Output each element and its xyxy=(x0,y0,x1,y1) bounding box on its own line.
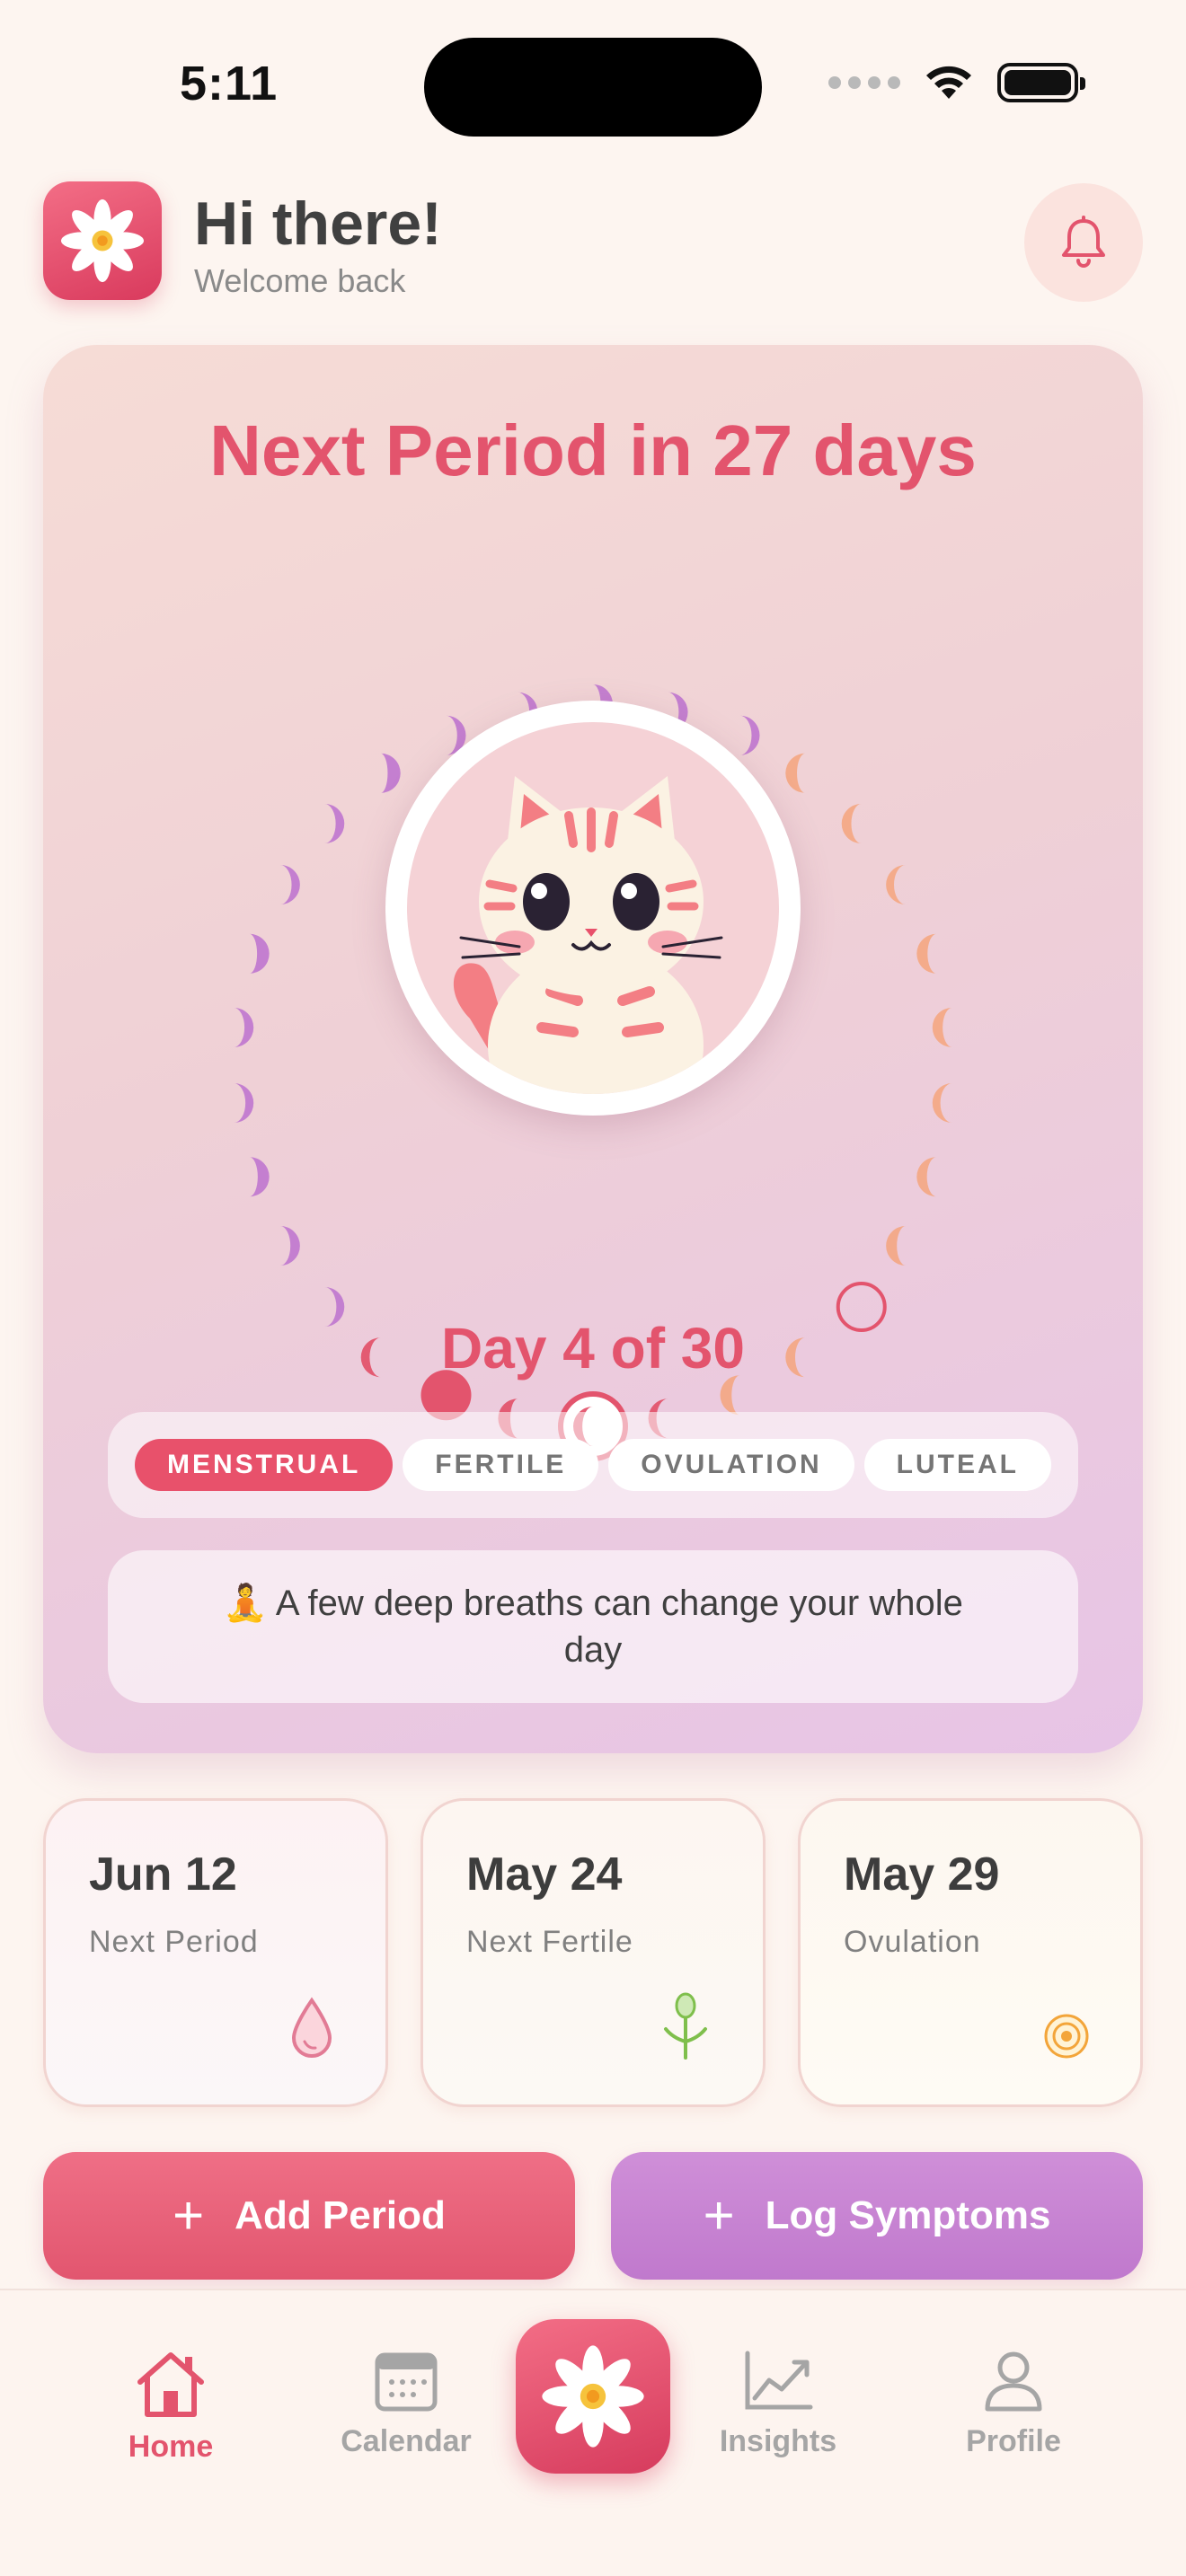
cycle-day-16[interactable] xyxy=(785,753,806,793)
tab-bar: Home Calendar Insights Profile xyxy=(0,2289,1186,2576)
ovulation-date: May 29 xyxy=(844,1848,1000,1901)
next-period-card[interactable]: Jun 12 Next Period xyxy=(43,1798,388,2107)
next-period-title: Next Period in 27 days xyxy=(209,410,977,490)
insights-chart-icon xyxy=(745,2351,813,2410)
ovulation-caption: Ovulation xyxy=(844,1925,981,1959)
center-flower-button[interactable] xyxy=(516,2319,670,2474)
cycle-day-22[interactable] xyxy=(380,753,401,793)
cycle-day-27[interactable] xyxy=(234,1083,254,1124)
greeting-title: Hi there! xyxy=(194,190,442,258)
drop-icon xyxy=(291,1997,332,2058)
phase-fertile[interactable]: FERTILE xyxy=(403,1439,599,1491)
tab-calendar-label: Calendar xyxy=(341,2424,472,2458)
greeting-subtitle: Welcome back xyxy=(194,262,406,299)
cycle-day-29[interactable] xyxy=(279,1226,300,1266)
tab-profile[interactable]: Profile xyxy=(924,2350,1103,2459)
next-fertile-caption: Next Fertile xyxy=(466,1925,633,1959)
plus-icon: + xyxy=(173,2185,205,2245)
cycle-day-28[interactable] xyxy=(249,1157,270,1197)
cat-mascot-icon xyxy=(453,776,723,1094)
status-bar: 5:11 xyxy=(0,0,1186,171)
tab-profile-label: Profile xyxy=(966,2424,1061,2458)
cycle-day-26[interactable] xyxy=(234,1007,254,1047)
flower-icon xyxy=(60,198,145,283)
phase-ovulation[interactable]: OVULATION xyxy=(608,1439,854,1491)
next-period-date: Jun 12 xyxy=(89,1848,237,1901)
next-period-caption: Next Period xyxy=(89,1925,259,1959)
cycle-day-25[interactable] xyxy=(249,933,270,974)
tab-home[interactable]: Home xyxy=(81,2350,261,2465)
cellular-signal-icon xyxy=(828,76,900,89)
battery-icon xyxy=(997,63,1085,102)
flower-icon xyxy=(542,2345,644,2448)
phase-selector: MENSTRUAL FERTILE OVULATION LUTEAL xyxy=(108,1412,1078,1518)
status-icons xyxy=(828,63,1085,102)
bell-icon xyxy=(1062,216,1105,268)
daily-tip: 🧘 A few deep breaths can change your who… xyxy=(108,1550,1078,1703)
cycle-day-14[interactable] xyxy=(886,865,907,904)
next-fertile-card[interactable]: May 24 Next Fertile xyxy=(420,1798,766,2107)
ovulation-card[interactable]: May 29 Ovulation xyxy=(798,1798,1143,2107)
plus-icon: + xyxy=(703,2185,735,2245)
status-time: 5:11 xyxy=(180,57,279,110)
cycle-day-11[interactable] xyxy=(932,1083,952,1124)
cycle-day-23[interactable] xyxy=(324,804,345,844)
cycle-card: Next Period in 27 days Day 4 of 30 MENST… xyxy=(43,345,1143,1753)
sprout-icon xyxy=(664,1992,707,2060)
wifi-icon xyxy=(926,66,971,99)
cycle-day-10[interactable] xyxy=(916,1157,937,1197)
add-period-button[interactable]: + Add Period xyxy=(43,2152,575,2280)
tab-insights-label: Insights xyxy=(719,2424,837,2458)
cycle-day-label: Day 4 of 30 xyxy=(441,1316,745,1381)
tab-calendar[interactable]: Calendar xyxy=(316,2350,496,2459)
dynamic-island xyxy=(424,38,762,137)
home-icon xyxy=(137,2352,204,2417)
cycle-day-9[interactable] xyxy=(886,1226,907,1266)
cycle-day-12[interactable] xyxy=(932,1007,952,1047)
phase-luteal[interactable]: LUTEAL xyxy=(863,1439,1051,1491)
cat-avatar[interactable] xyxy=(385,701,801,1116)
daily-tip-text: 🧘 A few deep breaths can change your who… xyxy=(223,1584,963,1670)
tab-home-label: Home xyxy=(128,2430,214,2464)
notifications-button[interactable] xyxy=(1024,183,1143,302)
cycle-day-17[interactable] xyxy=(739,715,760,755)
add-period-label: Add Period xyxy=(235,2193,446,2237)
cycle-day-15[interactable] xyxy=(841,804,862,844)
phase-menstrual[interactable]: MENSTRUAL xyxy=(135,1439,394,1491)
log-symptoms-button[interactable]: + Log Symptoms xyxy=(611,2152,1143,2280)
cycle-day-13[interactable] xyxy=(916,933,937,974)
app-logo xyxy=(43,181,162,300)
log-symptoms-label: Log Symptoms xyxy=(765,2193,1051,2237)
cycle-day-24[interactable] xyxy=(279,865,300,904)
tab-insights[interactable]: Insights xyxy=(688,2350,868,2459)
profile-icon xyxy=(985,2351,1042,2412)
next-fertile-date: May 24 xyxy=(466,1848,623,1901)
target-icon xyxy=(1044,2014,1089,2059)
calendar-icon xyxy=(375,2352,438,2412)
